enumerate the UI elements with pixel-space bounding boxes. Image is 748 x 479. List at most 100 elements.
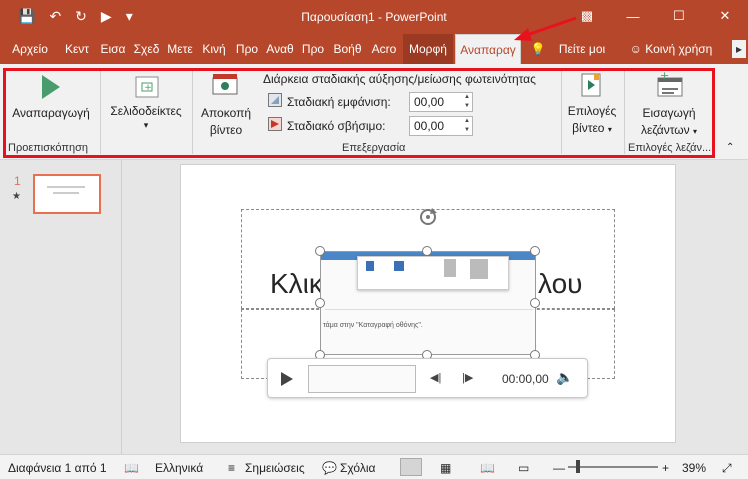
spellcheck-icon[interactable]: 📖	[124, 461, 139, 475]
group-divider	[192, 70, 193, 154]
thumbnail-placeholder-line	[47, 186, 85, 188]
step-forward-icon[interactable]: |▶	[462, 371, 473, 384]
editing-group-label: Επεξεργασία	[342, 142, 406, 154]
fit-to-window-icon[interactable]: ⤢	[722, 461, 732, 476]
video-ruler	[325, 298, 533, 310]
resize-handle[interactable]	[422, 246, 432, 256]
spinner-icon[interactable]: ▲ ▼	[462, 117, 472, 135]
window-controls: ▩ — ☐ ✕	[564, 0, 748, 32]
collapse-ribbon-icon[interactable]: ⌃	[726, 142, 734, 153]
person-icon: ☺	[629, 42, 646, 56]
resize-handle[interactable]	[315, 298, 325, 308]
group-divider	[561, 70, 562, 154]
bookmark-icon: +	[135, 76, 159, 98]
insert-captions-button[interactable]: Εισαγωγή λεζάντων ▾	[628, 106, 710, 137]
stop-icon	[394, 261, 404, 271]
step-back-icon[interactable]: ◀|	[430, 371, 441, 384]
tab-slideshow[interactable]: Προ	[233, 34, 261, 64]
preview-group-label: Προεπισκόπηση	[8, 142, 88, 154]
svg-text:+: +	[660, 70, 669, 82]
video-frame[interactable]: τάμα στην "Καταγραφή οθόνης".	[320, 251, 536, 355]
fade-in-icon	[268, 93, 282, 107]
video-options-button[interactable]: Επιλογές βίντεο ▾	[563, 104, 621, 135]
arrow-annotation-icon	[514, 16, 577, 41]
insert-captions-line2: λεζάντων ▾	[628, 123, 710, 137]
slide-number: 1	[14, 174, 21, 188]
tab-insert[interactable]: Εισα	[98, 34, 128, 64]
comments-icon[interactable]: 💬	[322, 461, 337, 475]
trim-label-line2: βίντεο	[209, 123, 243, 137]
fade-in-value: 00,00	[414, 95, 445, 109]
tab-home[interactable]: Κεντ	[60, 34, 94, 64]
fade-out-value: 00,00	[414, 119, 445, 133]
tab-file[interactable]: Αρχείο	[4, 34, 56, 64]
language-label[interactable]: Ελληνικά	[155, 461, 203, 475]
notes-icon[interactable]: ≡	[228, 461, 235, 475]
cursor-icon	[470, 259, 488, 279]
spinner-icon[interactable]: ▲ ▼	[462, 93, 472, 111]
maximize-icon[interactable]: ☐	[656, 0, 702, 32]
title-bar: 💾 ↶ ↻ ▶ ▾ Παρουσίαση1 - PowerPoint ▩ — ☐…	[0, 0, 748, 34]
video-options-line2: βίντεο ▾	[563, 121, 621, 135]
bookmarks-button[interactable]: Σελιδοδείκτες	[104, 104, 188, 118]
tab-acrobat[interactable]: Acro	[368, 34, 400, 64]
resize-handle[interactable]	[530, 246, 540, 256]
tab-review[interactable]: Αναθ	[264, 34, 296, 64]
volume-icon[interactable]: 🔈	[556, 369, 573, 386]
comments-button[interactable]: Σχόλια	[340, 461, 375, 475]
timeline-bar[interactable]	[308, 365, 416, 393]
chevron-down-icon[interactable]: ▾	[138, 120, 154, 131]
slide-sorter-icon[interactable]: ▦	[440, 461, 451, 475]
normal-view-icon[interactable]	[400, 458, 422, 476]
tab-view[interactable]: Προ	[299, 34, 327, 64]
play-icon	[42, 75, 60, 99]
chevron-down-icon: ▾	[607, 125, 612, 134]
title-text-left: Κλικ	[270, 268, 323, 299]
animation-star-icon: ★	[12, 191, 21, 202]
ribbon: Αναπαραγωγή Προεπισκόπηση + Σελιδοδείκτε…	[0, 64, 748, 160]
zoom-out-icon[interactable]: —	[553, 461, 565, 475]
video-options-icon	[581, 73, 601, 97]
tab-format[interactable]: Μορφή	[403, 34, 453, 64]
zoom-level[interactable]: 39%	[682, 461, 706, 475]
reading-view-icon[interactable]: 📖	[480, 461, 495, 475]
fade-in-field[interactable]: 00,00 ▲ ▼	[409, 92, 473, 112]
slide-thumbnail[interactable]	[33, 174, 101, 214]
tab-design[interactable]: Σχεδ	[131, 34, 162, 64]
zoom-in-icon[interactable]: +	[662, 461, 669, 475]
insert-captions-icon: +	[657, 70, 683, 97]
thumbnail-placeholder-line	[53, 192, 79, 194]
notes-button[interactable]: Σημειώσεις	[245, 461, 305, 475]
video-options-label: βίντεο	[572, 121, 605, 135]
tab-help[interactable]: Βοήθ	[330, 34, 365, 64]
fade-in-label: Σταδιακή εμφάνιση:	[287, 95, 391, 109]
resize-handle[interactable]	[530, 298, 540, 308]
tab-animations[interactable]: Κινή	[198, 34, 230, 64]
fade-out-field[interactable]: 00,00 ▲ ▼	[409, 116, 473, 136]
insert-captions-label: λεζάντων	[640, 123, 690, 137]
player-time: 00:00,00	[502, 372, 549, 386]
fade-out-label: Σταδιακό σβήσιμο:	[287, 119, 386, 133]
slide-counter: Διαφάνεια 1 από 1	[8, 461, 107, 475]
play-button[interactable]: Αναπαραγωγή	[8, 106, 94, 120]
fade-out-icon	[268, 117, 282, 131]
insert-captions-line1: Εισαγωγή	[642, 106, 696, 120]
svg-text:+: +	[144, 83, 152, 93]
zoom-slider-thumb[interactable]	[576, 460, 580, 473]
tab-transitions[interactable]: Μετε	[165, 34, 195, 64]
slideshow-icon[interactable]: ▭	[518, 461, 529, 475]
trim-video-button[interactable]: Αποκοπή βίντεο	[196, 106, 256, 137]
rotate-handle-icon[interactable]	[417, 206, 439, 228]
group-divider	[624, 70, 625, 154]
play-icon[interactable]	[280, 371, 294, 387]
resize-handle[interactable]	[315, 246, 325, 256]
group-divider	[100, 70, 101, 154]
scroll-right-icon[interactable]: ▸	[732, 40, 746, 58]
ribbon-tabs: Αρχείο Κεντ Εισα Σχεδ Μετε Κινή Προ Αναθ…	[0, 34, 748, 64]
captions-group-label: Επιλογές λεζάν...	[628, 142, 712, 154]
close-icon[interactable]: ✕	[702, 0, 748, 32]
share-button[interactable]: ☺ Κοινή χρήση	[622, 34, 720, 64]
zoom-slider[interactable]	[568, 466, 658, 468]
minimize-icon[interactable]: —	[610, 0, 656, 32]
media-controls: ◀| |▶ 00:00,00 🔈	[267, 358, 588, 398]
